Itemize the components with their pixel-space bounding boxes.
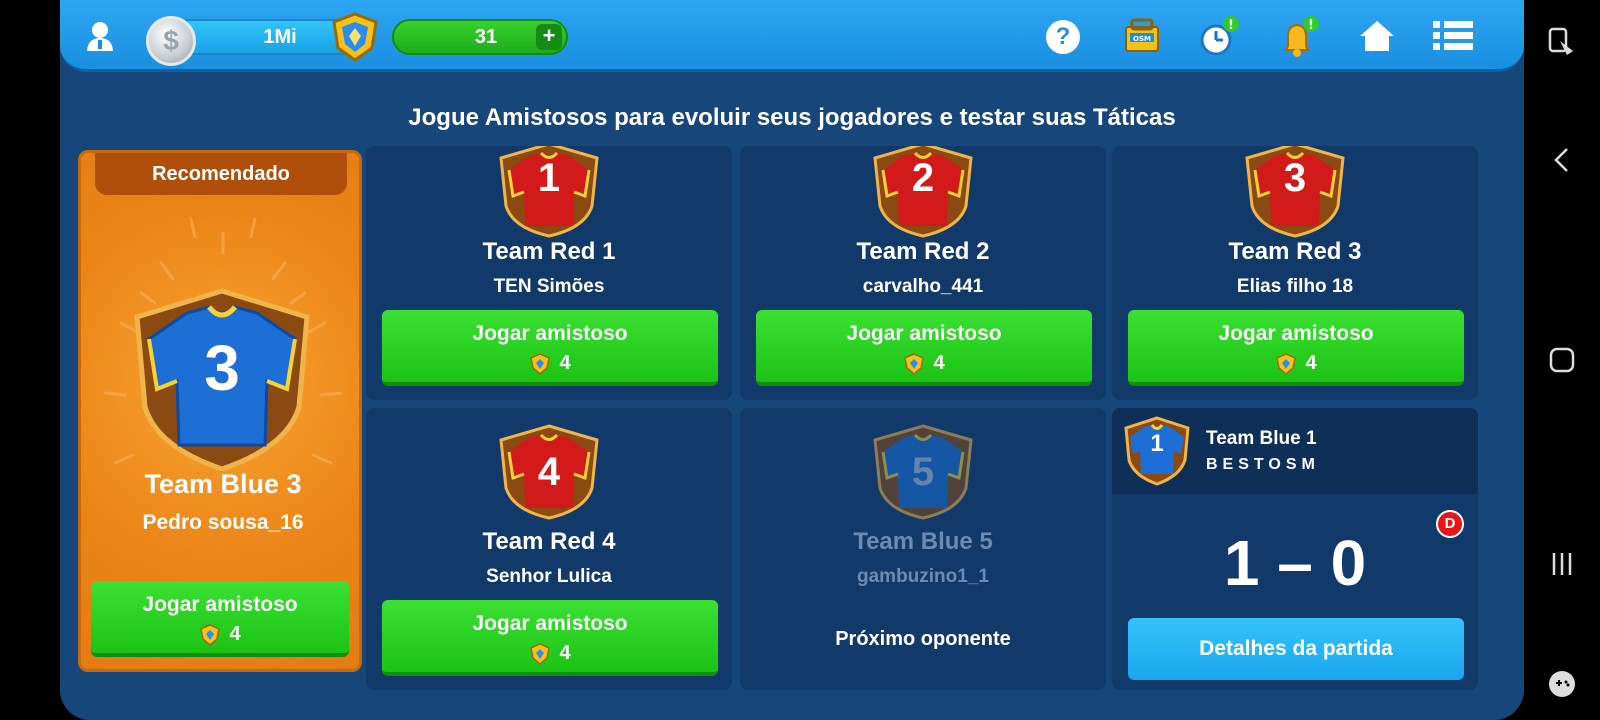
team-shirt-icon: 1 xyxy=(495,146,603,238)
cost-row: 4 xyxy=(91,623,349,646)
game-tools-icon[interactable] xyxy=(1542,664,1582,704)
shirt-number: 5 xyxy=(911,450,935,494)
opponent-team-name: Team Red 1 xyxy=(482,238,616,265)
recent-apps-icon[interactable] xyxy=(1542,544,1582,584)
opponent-team-name: Team Red 4 xyxy=(482,528,616,555)
featured-team-name: Team Blue 3 xyxy=(144,469,302,499)
button-label: Jogar amistoso xyxy=(1218,322,1374,345)
play-friendly-button[interactable]: Jogar amistoso 4 xyxy=(382,310,718,386)
app-screen: 1Mi $ 31 + ? OSM ! ! Jogue Amistosos par… xyxy=(60,0,1524,720)
cost-value: 4 xyxy=(229,623,241,645)
profile-icon[interactable] xyxy=(82,18,118,54)
opponent-team-name: Team Red 2 xyxy=(856,238,990,265)
opponent-card: 4 Team Red 4 Senhor Lulica Jogar amistoso 4 xyxy=(366,408,732,690)
coin-icon: $ xyxy=(146,16,196,66)
match-details-button[interactable]: Detalhes da partida xyxy=(1128,618,1464,680)
play-friendly-button[interactable]: Jogar amistoso 4 xyxy=(1128,310,1464,386)
team-shirt-icon: 3 xyxy=(1241,146,1349,238)
shop-icon[interactable]: OSM xyxy=(1122,16,1162,56)
recommended-ribbon: Recomendado xyxy=(95,153,347,195)
opponent-card: 3 Team Red 3 Elias filho 18 Jogar amistoso 4 xyxy=(1112,146,1478,400)
help-icon[interactable]: ? xyxy=(1046,20,1080,54)
match-score: 1 – 0 xyxy=(1223,527,1367,599)
opponent-manager-name: gambuzino1_1 xyxy=(857,566,989,587)
last-result-card: 1 Team Blue 1 BESTOSM D 1 – 0 Detalhes d… xyxy=(1112,408,1478,690)
cost-value: 4 xyxy=(559,642,571,664)
button-label: Jogar amistoso xyxy=(846,322,1002,345)
menu-icon[interactable] xyxy=(1432,18,1474,54)
gem-icon xyxy=(1276,352,1297,375)
shirt-number: 3 xyxy=(204,332,240,404)
cost-value: 4 xyxy=(933,352,945,374)
result-manager-name: BESTOSM xyxy=(1206,456,1320,473)
play-friendly-button[interactable]: Jogar amistoso 4 xyxy=(91,581,349,657)
next-opponent-label: Próximo oponente xyxy=(835,628,1011,650)
back-icon[interactable] xyxy=(1542,140,1582,180)
opponent-team-name: Team Blue 5 xyxy=(853,528,993,555)
screen-rotate-icon[interactable] xyxy=(1542,22,1582,62)
top-bar: 1Mi $ 31 + ? OSM ! ! xyxy=(60,0,1524,72)
gem-icon xyxy=(530,642,551,665)
gem-icon xyxy=(530,352,551,375)
coin-amount: 1Mi xyxy=(263,25,297,48)
opponent-team-name: Team Red 3 xyxy=(1228,238,1362,265)
recommended-card: Recomendado 3 Team Blue 3 Pedro sousa_16… xyxy=(78,150,362,672)
team-blue-3-shirt-icon: 3 xyxy=(127,287,317,472)
team-shirt-icon: 5 xyxy=(869,424,977,520)
button-label: Jogar amistoso xyxy=(472,612,628,635)
notification-bell-icon[interactable]: ! xyxy=(1278,14,1322,58)
cost-row: 4 xyxy=(1128,352,1464,375)
gem-icon xyxy=(328,10,382,64)
shirt-number: 2 xyxy=(911,156,935,200)
button-label: Jogar amistoso xyxy=(472,322,628,345)
featured-manager-name: Pedro sousa_16 xyxy=(142,511,304,534)
gem-icon xyxy=(904,352,925,375)
svg-text:!: ! xyxy=(1308,18,1314,33)
cost-value: 4 xyxy=(1305,352,1317,374)
gem-icon xyxy=(200,623,221,646)
shirt-number: 1 xyxy=(1150,430,1164,457)
button-label: Jogar amistoso xyxy=(142,593,298,616)
home-icon[interactable] xyxy=(1358,18,1396,54)
team-shirt-icon: 2 xyxy=(869,146,977,238)
cost-row: 4 xyxy=(382,352,718,375)
opponent-manager-name: Elias filho 18 xyxy=(1236,276,1354,297)
opponent-manager-name: carvalho_441 xyxy=(862,276,984,297)
team-blue-1-shirt-icon: 1 xyxy=(1122,416,1192,486)
gem-amount: 31 xyxy=(474,25,498,48)
opponent-manager-name: Senhor Lulica xyxy=(486,566,612,587)
opponent-card: 2 Team Red 2 carvalho_441 Jogar amistoso 4 xyxy=(740,146,1106,400)
svg-text:OSM: OSM xyxy=(1133,35,1151,43)
opponent-manager-name: TEN Simões xyxy=(493,276,605,297)
page-headline: Jogue Amistosos para evoluir seus jogado… xyxy=(408,104,1176,131)
add-gems-button[interactable]: + xyxy=(536,24,562,50)
cost-row: 4 xyxy=(382,642,718,665)
gem-balance[interactable]: 31 + xyxy=(392,19,568,55)
opponent-card: 5 Team Blue 5 gambuzino1_1 Próximo oponente xyxy=(740,408,1106,690)
svg-text:!: ! xyxy=(1228,18,1234,33)
team-shirt-icon: 4 xyxy=(495,424,603,520)
home-nav-icon[interactable] xyxy=(1542,340,1582,380)
shirt-number: 1 xyxy=(537,156,561,200)
timer-icon[interactable]: ! xyxy=(1198,14,1242,58)
cost-value: 4 xyxy=(559,352,571,374)
android-navigation-bar xyxy=(1524,0,1600,720)
last-result-header: 1 Team Blue 1 BESTOSM xyxy=(1112,408,1478,494)
shirt-number: 4 xyxy=(537,450,561,494)
play-friendly-button[interactable]: Jogar amistoso 4 xyxy=(756,310,1092,386)
opponent-card: 1 Team Red 1 TEN Simões Jogar amistoso 4 xyxy=(366,146,732,400)
play-friendly-button[interactable]: Jogar amistoso 4 xyxy=(382,600,718,676)
result-team-name: Team Blue 1 xyxy=(1206,428,1317,449)
shirt-number: 3 xyxy=(1283,156,1307,200)
cost-row: 4 xyxy=(756,352,1092,375)
